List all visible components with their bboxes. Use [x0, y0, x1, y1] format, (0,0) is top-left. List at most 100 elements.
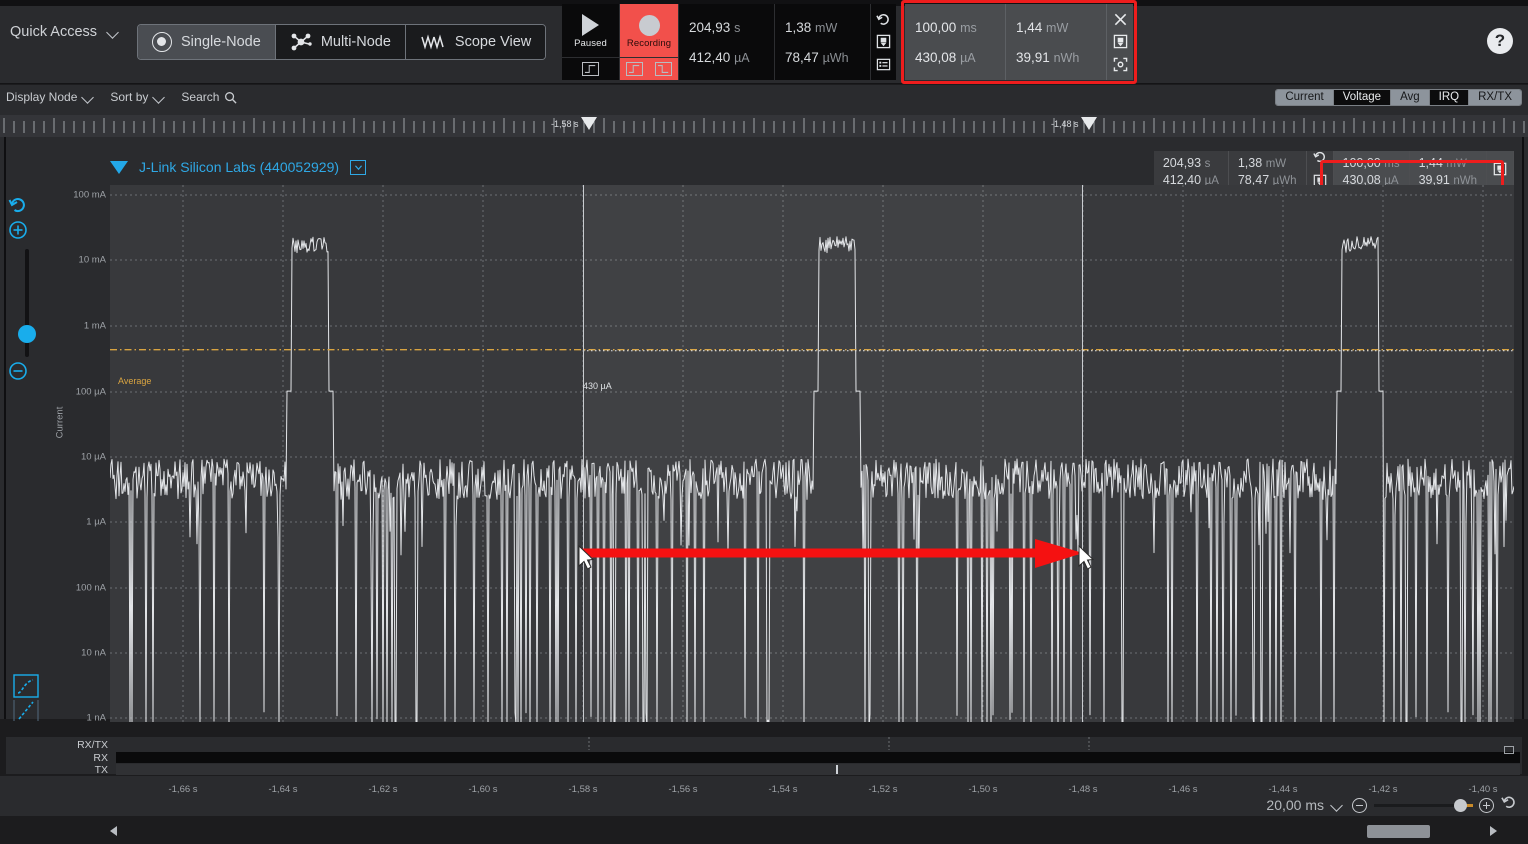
current-plot[interactable]: Average 430 µA: [110, 185, 1514, 722]
scroll-left-icon[interactable]: [110, 826, 117, 836]
y-tick-label: 10 nA: [81, 648, 106, 659]
events-track-tx[interactable]: [116, 764, 1520, 775]
zoom-slider-handle[interactable]: [1454, 799, 1467, 812]
scroll-right-icon[interactable]: [1490, 826, 1497, 836]
help-icon[interactable]: ?: [1487, 28, 1513, 54]
x-tick-label: -1,58 s: [568, 784, 597, 795]
x-tick-label: -1,46 s: [1168, 784, 1197, 795]
chart-session-power: 1,38 mW: [1238, 156, 1297, 170]
selection-power-value: 1,44 mW: [1016, 20, 1106, 35]
search-control[interactable]: Search: [181, 90, 237, 104]
x-tick-label: -1,66 s: [168, 784, 197, 795]
filter-current[interactable]: Current: [1276, 90, 1333, 105]
average-line-label: Average: [118, 376, 151, 386]
selection-end-marker[interactable]: -1,48 s: [1051, 117, 1097, 130]
rising-edge-icon[interactable]: [626, 62, 643, 76]
sub-toolbar: Display Node Sort by Search Current Volt…: [0, 85, 1528, 115]
export-selection-icon[interactable]: [1113, 34, 1128, 49]
zoom-out-button[interactable]: [1352, 798, 1367, 813]
record-button[interactable]: Recording: [620, 4, 678, 80]
single-node-icon: [152, 32, 172, 52]
log-list-icon[interactable]: [876, 57, 891, 72]
selection-time-unit: ms: [960, 21, 977, 35]
session-current-number: 412,40: [689, 50, 730, 65]
vertical-zoom-handle[interactable]: [18, 325, 36, 343]
y-tick-label: 1 nA: [86, 713, 106, 724]
selection-start-label: -1,58 s: [551, 119, 579, 129]
node-options-icon[interactable]: [350, 160, 366, 175]
node-title[interactable]: J-Link Silicon Labs (440052929): [139, 159, 339, 175]
export-icon[interactable]: [876, 34, 891, 49]
export-selection-icon[interactable]: [1493, 162, 1507, 181]
sort-by-label: Sort by: [110, 90, 148, 104]
zoom-slider[interactable]: [1374, 804, 1472, 807]
play-icon: [582, 14, 599, 36]
chart-selection-power-unit: mW: [1446, 158, 1466, 170]
marker-triangle-icon: [1081, 117, 1097, 130]
chevron-down-icon[interactable]: [107, 28, 121, 37]
mode-single-node[interactable]: Single-Node: [138, 25, 276, 59]
vertical-zoom-controls: [8, 195, 46, 386]
transport-controls: Paused Recording: [562, 4, 896, 80]
zoom-to-selection-icon[interactable]: [1113, 57, 1128, 72]
filter-irq[interactable]: IRQ: [1430, 90, 1469, 105]
y-tick-label: 100 mA: [73, 190, 106, 201]
x-tick-label: -1,48 s: [1068, 784, 1097, 795]
close-icon[interactable]: [1113, 12, 1128, 27]
selection-end-label: -1,48 s: [1051, 119, 1079, 129]
record-label: Recording: [627, 38, 671, 49]
sort-by-dropdown[interactable]: Sort by: [110, 90, 167, 104]
collapse-triangle-icon[interactable]: [110, 161, 128, 174]
zoom-in-icon[interactable]: [8, 220, 46, 245]
chevron-down-icon: [153, 93, 167, 102]
mode-scope-view[interactable]: Scope View: [406, 25, 545, 59]
record-icon: [639, 15, 660, 36]
horizontal-scrollbar[interactable]: [0, 820, 1528, 844]
reset-icon[interactable]: [876, 12, 891, 27]
zoom-slider-fill: [1374, 804, 1460, 807]
vertical-zoom-slider[interactable]: [25, 249, 29, 357]
filter-rxtx[interactable]: RX/TX: [1469, 90, 1521, 105]
pause-button[interactable]: Paused: [562, 4, 620, 80]
trace-style-icon[interactable]: [13, 674, 39, 722]
pause-label: Paused: [574, 38, 607, 49]
reset-zoom-icon[interactable]: [8, 195, 46, 220]
chevron-down-icon: [82, 93, 96, 102]
threshold-label: 430 µA: [583, 381, 612, 391]
filter-voltage[interactable]: Voltage: [1334, 90, 1391, 105]
selection-band[interactable]: [583, 185, 1083, 722]
y-tick-label: 10 µA: [81, 452, 106, 463]
timeline-ruler[interactable]: -1,58 s -1,48 s: [0, 115, 1528, 137]
falling-edge-icon[interactable]: [655, 62, 672, 76]
rising-edge-icon[interactable]: [582, 62, 599, 76]
selection-energy-number: 39,91: [1016, 50, 1050, 65]
selection-readout-panel: 100,00 ms 430,08 µA 1,44 mW 39,91 nWh: [905, 4, 1133, 80]
zoom-level-label: 20,00 ms: [1266, 797, 1324, 813]
x-tick-label: -1,64 s: [268, 784, 297, 795]
quick-access-menu[interactable]: Quick Access: [10, 24, 121, 40]
zoom-in-button[interactable]: [1479, 798, 1494, 813]
events-resize-icon[interactable]: [1504, 746, 1514, 754]
chart-session-time: 204,93 s: [1163, 156, 1219, 170]
reset-icon[interactable]: [1313, 150, 1327, 169]
events-track-rx[interactable]: [116, 752, 1520, 763]
filter-avg[interactable]: Avg: [1391, 90, 1430, 105]
sub-toolbar-left: Display Node Sort by Search: [6, 90, 237, 104]
selection-start-marker[interactable]: -1,58 s: [551, 117, 597, 130]
scope-view-icon: [420, 32, 446, 52]
mode-multi-node[interactable]: Multi-Node: [276, 25, 406, 59]
session-power-energy-readout: 1,38 mW 78,47 µWh: [774, 4, 870, 80]
display-node-dropdown[interactable]: Display Node: [6, 90, 96, 104]
y-tick-label: 1 mA: [84, 321, 106, 332]
x-tick-label: -1,56 s: [668, 784, 697, 795]
scrollbar-thumb[interactable]: [1367, 825, 1430, 838]
chart-session-power-number: 1,38: [1238, 156, 1262, 170]
selection-time-number: 100,00: [915, 20, 956, 35]
chevron-down-icon[interactable]: [1331, 801, 1345, 810]
panel-right-border: [1522, 137, 1524, 719]
chart-selection-power: 1,44 mW: [1419, 156, 1477, 170]
scrollbar-track[interactable]: [108, 825, 1488, 838]
zoom-out-icon[interactable]: [8, 361, 46, 386]
time-zoom-control: 20,00 ms: [1266, 794, 1518, 816]
zoom-reset-icon[interactable]: [1501, 794, 1518, 816]
